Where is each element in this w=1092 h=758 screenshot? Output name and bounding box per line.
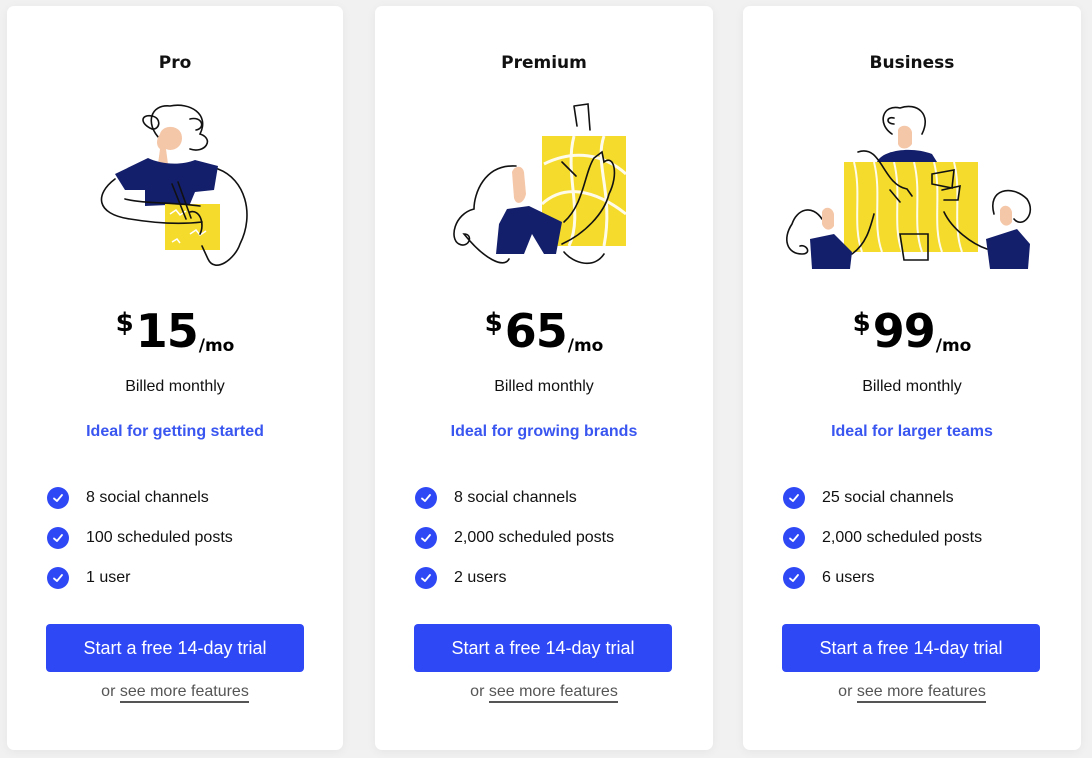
price-currency: $ <box>115 308 134 338</box>
billing-cycle: Billed monthly <box>125 378 225 395</box>
feature-text: 100 scheduled posts <box>86 529 233 546</box>
plan-tagline: Ideal for larger teams <box>831 423 993 440</box>
price-period: /mo <box>198 336 235 356</box>
billing-cycle: Billed monthly <box>862 378 962 395</box>
see-more-features: or see more features <box>7 683 343 703</box>
check-icon <box>415 527 437 549</box>
feature-text: 2,000 scheduled posts <box>454 529 615 546</box>
see-more-features: or see more features <box>375 683 713 703</box>
start-trial-button[interactable]: Start a free 14-day trial <box>414 624 672 672</box>
price-currency: $ <box>484 308 503 338</box>
plan-name: Premium <box>501 53 587 73</box>
feature-item: 2,000 scheduled posts <box>415 518 703 558</box>
feature-text: 2,000 scheduled posts <box>822 529 983 546</box>
check-icon <box>783 567 805 589</box>
feature-item: 100 scheduled posts <box>47 518 333 558</box>
person-at-board-illustration <box>453 103 628 264</box>
feature-item: 2 users <box>415 558 703 598</box>
price-amount: 65 <box>504 304 568 358</box>
see-more-features: or see more features <box>743 683 1081 703</box>
check-icon <box>783 487 805 509</box>
see-more-features-link[interactable]: see more features <box>856 683 986 703</box>
team-collaborating-illustration <box>786 105 1032 269</box>
plan-card-pro: Pro $ 15 /mo Billed monthly Ideal for ge… <box>7 6 343 750</box>
feature-item: 6 users <box>783 558 1071 598</box>
feature-text: 25 social channels <box>822 489 954 506</box>
plan-card-premium: Premium $ 65 /mo Billed monthly Ideal fo… <box>375 6 713 750</box>
plan-name: Business <box>869 53 955 73</box>
plan-card-business: Business $ 99 /mo Billed monthly Ideal f… <box>743 6 1081 750</box>
price-period: /mo <box>935 336 972 356</box>
feature-item: 8 social channels <box>415 478 703 518</box>
price-period: /mo <box>567 336 604 356</box>
price-amount: 99 <box>872 304 936 358</box>
check-icon <box>47 487 69 509</box>
start-trial-button[interactable]: Start a free 14-day trial <box>782 624 1040 672</box>
check-icon <box>415 487 437 509</box>
price-currency: $ <box>852 308 871 338</box>
feature-text: 2 users <box>454 569 507 586</box>
feature-list: 25 social channels 2,000 scheduled posts… <box>783 478 1071 598</box>
feature-item: 1 user <box>47 558 333 598</box>
plan-tagline: Ideal for getting started <box>86 423 264 440</box>
feature-item: 2,000 scheduled posts <box>783 518 1071 558</box>
check-icon <box>415 567 437 589</box>
price: $ 99 /mo <box>743 304 1081 358</box>
check-icon <box>783 527 805 549</box>
feature-list: 8 social channels 100 scheduled posts 1 … <box>47 478 333 598</box>
person-writing-illustration <box>100 104 248 266</box>
price-amount: 15 <box>135 304 199 358</box>
feature-item: 8 social channels <box>47 478 333 518</box>
feature-text: 8 social channels <box>454 489 577 506</box>
feature-list: 8 social channels 2,000 scheduled posts … <box>415 478 703 598</box>
price: $ 15 /mo <box>7 304 343 358</box>
plan-tagline: Ideal for growing brands <box>450 423 638 440</box>
feature-text: 8 social channels <box>86 489 209 506</box>
feature-item: 25 social channels <box>783 478 1071 518</box>
price: $ 65 /mo <box>375 304 713 358</box>
check-icon <box>47 527 69 549</box>
more-prefix: or <box>470 683 485 700</box>
see-more-features-link[interactable]: see more features <box>488 683 618 703</box>
plan-name: Pro <box>158 53 192 73</box>
see-more-features-link[interactable]: see more features <box>119 683 249 703</box>
feature-text: 6 users <box>822 569 875 586</box>
check-icon <box>47 567 69 589</box>
billing-cycle: Billed monthly <box>494 378 594 395</box>
more-prefix: or <box>101 683 116 700</box>
feature-text: 1 user <box>86 569 131 586</box>
more-prefix: or <box>838 683 853 700</box>
start-trial-button[interactable]: Start a free 14-day trial <box>46 624 304 672</box>
